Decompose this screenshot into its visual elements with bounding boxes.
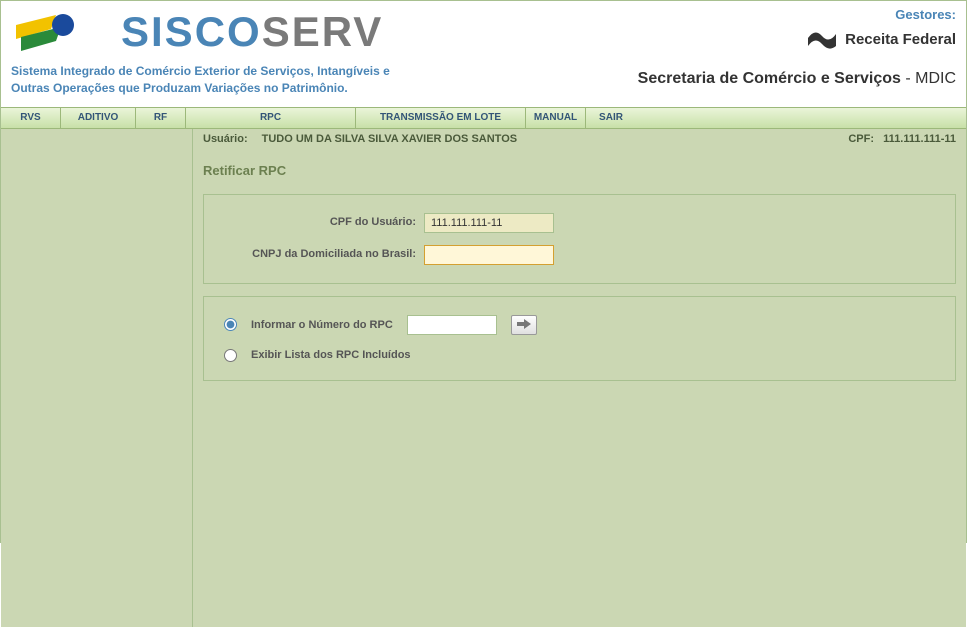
header-subtitle: Sistema Integrado de Comércio Exterior d… <box>11 63 390 97</box>
menu-aditivo[interactable]: ADITIVO <box>61 108 136 128</box>
numero-rpc-input[interactable] <box>407 315 497 335</box>
logo-icon <box>11 7 111 57</box>
cnpj-input[interactable] <box>424 245 554 265</box>
page-title: Retificar RPC <box>193 149 966 188</box>
cpf-label: CPF: <box>848 133 874 145</box>
menu-manual[interactable]: MANUAL <box>526 108 586 128</box>
main-content: Usuário: TUDO UM DA SILVA SILVA XAVIER D… <box>193 129 966 627</box>
menu-sair[interactable]: SAIR <box>586 108 636 128</box>
user-bar: Usuário: TUDO UM DA SILVA SILVA XAVIER D… <box>193 129 966 149</box>
arrow-right-icon <box>517 317 531 332</box>
cpf-value: 111.111.111-11 <box>883 133 956 145</box>
menu-transmissao[interactable]: TRANSMISSÃO EM LOTE <box>356 108 526 128</box>
gestores-label: Gestores: <box>895 7 956 22</box>
cpf-usuario-label: CPF do Usuário: <box>224 215 424 229</box>
menu-rpc[interactable]: RPC <box>186 108 356 128</box>
logo: SISCOSERV <box>11 7 390 57</box>
usuario-value: TUDO UM DA SILVA SILVA XAVIER DOS SANTOS <box>262 133 517 145</box>
go-button[interactable] <box>511 315 537 335</box>
radio-informar-rpc[interactable] <box>224 318 237 331</box>
secretaria-label: Secretaria de Comércio e Serviços - MDIC <box>638 70 956 88</box>
radio-informar-rpc-label: Informar o Número do RPC <box>251 319 393 331</box>
cnpj-label: CNPJ da Domiciliada no Brasil: <box>224 247 424 261</box>
header: SISCOSERV Sistema Integrado de Comércio … <box>1 1 966 107</box>
sidebar <box>1 129 193 627</box>
receita-federal-logo: Receita Federal <box>805 26 956 52</box>
cpf-usuario-input[interactable] <box>424 213 554 233</box>
menu-bar: RVS ADITIVO RF RPC TRANSMISSÃO EM LOTE M… <box>1 107 966 129</box>
fieldset-identification: CPF do Usuário: CNPJ da Domiciliada no B… <box>203 194 956 284</box>
menu-rvs[interactable]: RVS <box>1 108 61 128</box>
fieldset-options: Informar o Número do RPC Exibir Lista do… <box>203 296 956 381</box>
menu-rf[interactable]: RF <box>136 108 186 128</box>
radio-exibir-lista-label: Exibir Lista dos RPC Incluídos <box>251 349 411 361</box>
logo-text: SISCOSERV <box>121 8 383 56</box>
usuario-label: Usuário: <box>203 133 248 145</box>
radio-exibir-lista[interactable] <box>224 349 237 362</box>
